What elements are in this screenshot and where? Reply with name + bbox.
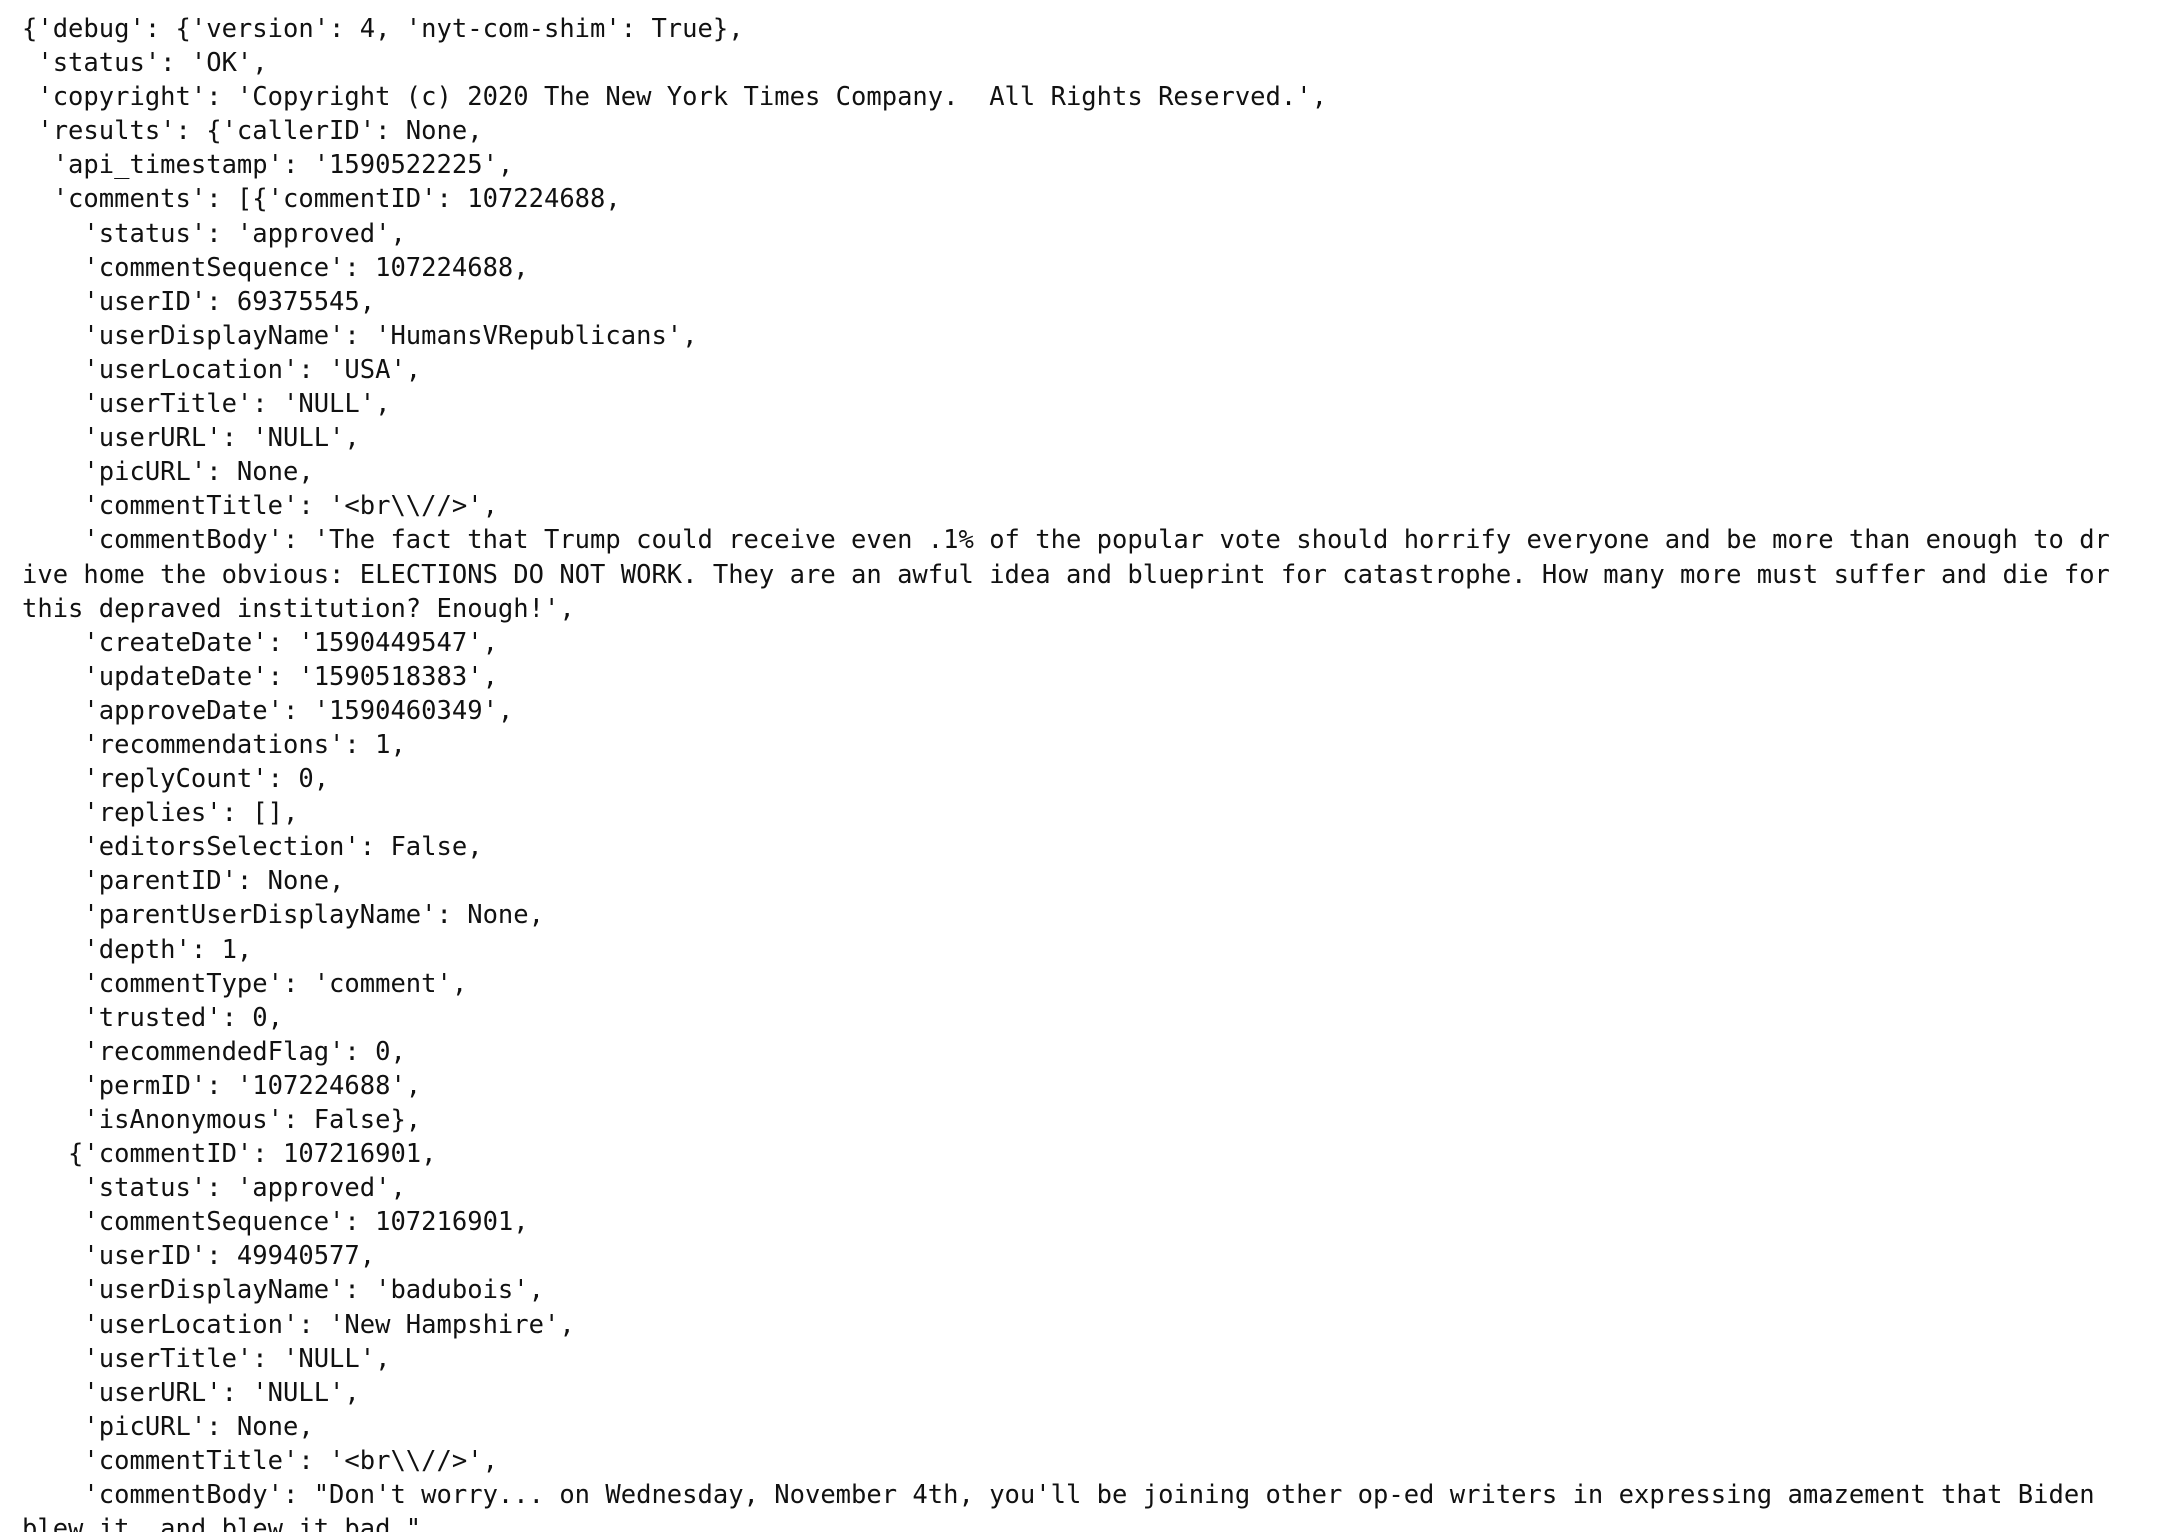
output-line: 'userLocation': 'USA', bbox=[22, 354, 422, 385]
output-line: 'updateDate': '1590518383', bbox=[22, 661, 498, 692]
output-line: 'parentUserDisplayName': None, bbox=[22, 900, 544, 931]
output-line: 'picURL': None, bbox=[22, 1411, 314, 1442]
output-line: 'results': {'callerID': None, bbox=[22, 116, 483, 147]
output-line: 'permID': '107224688', bbox=[22, 1070, 422, 1101]
output-line: {'debug': {'version': 4, 'nyt-com-shim':… bbox=[22, 14, 744, 44]
output-line: 'userID': 69375545, bbox=[22, 286, 376, 317]
output-line: 'recommendations': 1, bbox=[22, 729, 406, 760]
output-line: 'commentTitle': '<br\\//>', bbox=[22, 1445, 498, 1476]
output-line: 'commentBody': 'The fact that Trump coul… bbox=[22, 525, 2110, 556]
output-line: 'replyCount': 0, bbox=[22, 764, 330, 795]
output-line: 'status': 'approved', bbox=[22, 218, 406, 249]
output-line: 'commentSequence': 107224688, bbox=[22, 252, 529, 283]
output-line: 'copyright': 'Copyright (c) 2020 The New… bbox=[22, 82, 1327, 113]
output-line: 'commentSequence': 107216901, bbox=[22, 1207, 529, 1238]
output-line: 'depth': 1, bbox=[22, 934, 253, 965]
output-line: 'userDisplayName': 'HumansVRepublicans', bbox=[22, 320, 698, 351]
output-line: blew it, and blew it bad.", bbox=[22, 1514, 437, 1532]
output-line: 'status': 'approved', bbox=[22, 1173, 406, 1204]
output-line: 'createDate': '1590449547', bbox=[22, 627, 498, 658]
output-line: 'isAnonymous': False}, bbox=[22, 1105, 422, 1135]
json-output-text: {'debug': {'version': 4, 'nyt-com-shim':… bbox=[0, 0, 2168, 1532]
output-line: 'trusted': 0, bbox=[22, 1002, 283, 1033]
output-line: 'recommendedFlag': 0, bbox=[22, 1036, 406, 1067]
output-line: 'replies': [], bbox=[22, 798, 299, 829]
output-line: 'status': 'OK', bbox=[22, 48, 268, 79]
output-line: 'commentTitle': '<br\\//>', bbox=[22, 491, 498, 522]
output-line: {'commentID': 107216901, bbox=[22, 1139, 437, 1170]
output-line: 'userID': 49940577, bbox=[22, 1241, 376, 1272]
output-line: 'userDisplayName': 'badubois', bbox=[22, 1275, 544, 1306]
output-line: 'editorsSelection': False, bbox=[22, 832, 483, 863]
output-line: 'userLocation': 'New Hampshire', bbox=[22, 1309, 575, 1340]
output-line: 'userURL': 'NULL', bbox=[22, 1377, 360, 1408]
output-line: this depraved institution? Enough!', bbox=[22, 593, 575, 624]
output-pane[interactable]: {'debug': {'version': 4, 'nyt-com-shim':… bbox=[0, 0, 2168, 1532]
output-line: 'userTitle': 'NULL', bbox=[22, 1343, 391, 1374]
output-line: 'api_timestamp': '1590522225', bbox=[22, 150, 514, 181]
output-line: 'commentBody': "Don't worry... on Wednes… bbox=[22, 1480, 2095, 1511]
output-line: 'commentType': 'comment', bbox=[22, 968, 468, 999]
output-line: 'approveDate': '1590460349', bbox=[22, 695, 514, 726]
output-line: 'picURL': None, bbox=[22, 457, 314, 488]
output-line: ive home the obvious: ELECTIONS DO NOT W… bbox=[22, 559, 2110, 590]
output-line: 'parentID': None, bbox=[22, 866, 345, 897]
output-line: 'userTitle': 'NULL', bbox=[22, 389, 391, 420]
output-line: 'userURL': 'NULL', bbox=[22, 423, 360, 454]
output-line: 'comments': [{'commentID': 107224688, bbox=[22, 184, 621, 215]
